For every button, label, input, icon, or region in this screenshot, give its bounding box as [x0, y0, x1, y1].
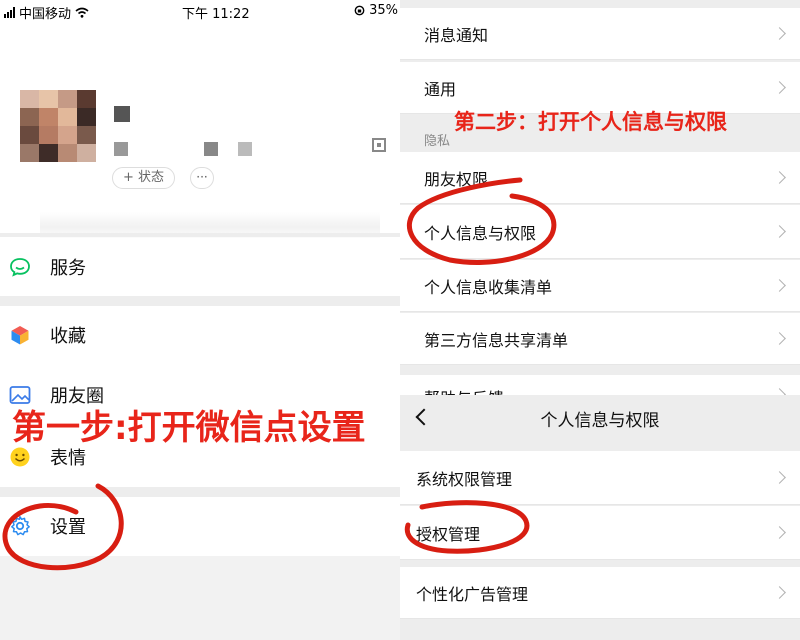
- signal-icon: [4, 7, 15, 18]
- chevron-right-icon: [773, 332, 786, 345]
- avatar[interactable]: [20, 90, 96, 162]
- menu-label-settings: 设置: [50, 517, 86, 538]
- section-label-privacy: 隐私: [424, 134, 451, 149]
- page-title: 个人信息与权限: [540, 410, 660, 431]
- status-bar: 中国移动 下午 11:22 35%: [0, 0, 400, 22]
- chevron-right-icon: [773, 526, 786, 539]
- row-label: 授权管理: [416, 524, 481, 544]
- rotation-lock-icon: [354, 5, 365, 16]
- settings-row-notifications[interactable]: 消息通知: [400, 8, 800, 60]
- qr-code-icon[interactable]: [372, 138, 386, 152]
- row-authorization[interactable]: 授权管理: [400, 506, 800, 560]
- row-personalized-ads[interactable]: 个性化广告管理: [400, 567, 800, 619]
- row-label: 系统权限管理: [416, 469, 513, 489]
- chevron-right-icon: [773, 27, 786, 40]
- battery-percent: 35%: [369, 3, 398, 18]
- row-label: 个性化广告管理: [416, 584, 529, 604]
- row-label: 个人信息收集清单: [424, 277, 553, 297]
- annotation-step2: 第二步：打开个人信息与权限: [454, 110, 727, 134]
- back-icon[interactable]: [415, 408, 433, 426]
- stickers-icon: [9, 446, 31, 468]
- chevron-right-icon: [773, 171, 786, 184]
- chevron-right-icon: [773, 279, 786, 292]
- chevron-right-icon: [773, 225, 786, 238]
- wechat-id-blurred-2: [204, 142, 218, 156]
- nickname-blurred: [114, 106, 130, 122]
- wechat-id-blurred: [114, 142, 128, 156]
- wechat-id-blurred-3: [238, 142, 252, 156]
- settings-row-third-party[interactable]: 第三方信息共享清单: [400, 313, 800, 365]
- wifi-icon: [75, 7, 89, 18]
- more-button[interactable]: ···: [190, 167, 214, 189]
- row-label: 朋友权限: [424, 169, 489, 189]
- favorites-icon: [9, 324, 31, 346]
- chevron-right-icon: [773, 388, 786, 395]
- annotation-step1: 第一步:打开微信点设置: [12, 408, 366, 448]
- divider: [0, 487, 400, 497]
- menu-label-favorites: 收藏: [50, 326, 86, 347]
- row-label: 帮助与反馈: [424, 385, 504, 395]
- row-label: 个人信息与权限: [424, 223, 537, 243]
- row-label: 消息通知: [424, 25, 489, 45]
- chevron-right-icon: [773, 586, 786, 599]
- bottom-area: [0, 556, 400, 640]
- row-system-permissions[interactable]: 系统权限管理: [400, 451, 800, 505]
- settings-row-personal-info-permissions[interactable]: 个人信息与权限: [400, 205, 800, 259]
- chevron-right-icon: [773, 471, 786, 484]
- settings-icon: [9, 515, 31, 537]
- services-icon: [9, 256, 31, 278]
- menu-item-favorites[interactable]: 收藏: [0, 306, 400, 364]
- menu-label-services: 服务: [50, 258, 86, 279]
- personal-info-screen: 个人信息与权限 系统权限管理 授权管理 个性化广告管理: [400, 395, 800, 640]
- me-tab-screen: 中国移动 下午 11:22 35% + 状态 ··· 服务 收藏 朋友圈 表情 …: [0, 0, 400, 640]
- menu-item-settings[interactable]: 设置: [0, 497, 400, 555]
- divider: [0, 233, 400, 237]
- settings-screen: 消息通知 通用 隐私 朋友权限 个人信息与权限 个人信息收集清单 第三方信息共享…: [400, 0, 800, 395]
- settings-row-friend-permissions[interactable]: 朋友权限: [400, 152, 800, 204]
- divider: [0, 296, 400, 306]
- status-button[interactable]: + 状态: [112, 167, 176, 189]
- menu-item-services[interactable]: 服务: [0, 238, 400, 296]
- row-label: 第三方信息共享清单: [424, 330, 569, 350]
- carrier-name: 中国移动: [19, 7, 72, 22]
- settings-row-info-collection[interactable]: 个人信息收集清单: [400, 260, 800, 312]
- chevron-right-icon: [773, 81, 786, 94]
- clock: 下午 11:22: [182, 7, 250, 22]
- navbar: 个人信息与权限: [400, 395, 800, 441]
- settings-row-help-feedback[interactable]: 帮助与反馈: [400, 375, 800, 395]
- row-label: 通用: [424, 79, 457, 99]
